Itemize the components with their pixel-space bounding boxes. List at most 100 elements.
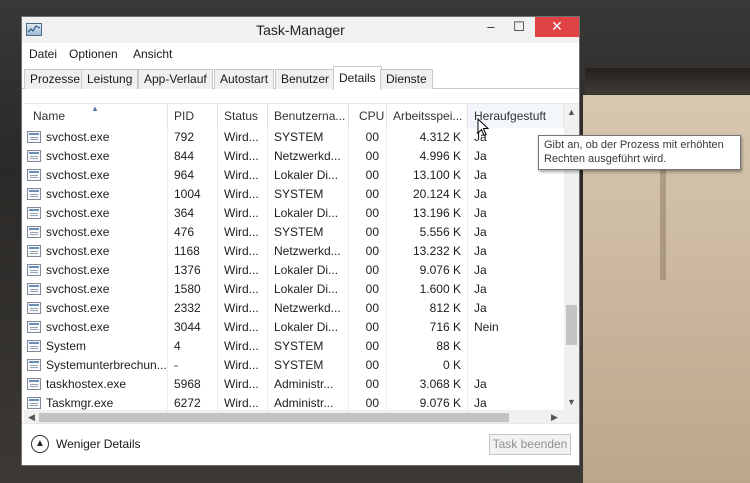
column-header-memory[interactable]: Arbeitsspei... [387, 104, 468, 128]
cell-pid: 476 [174, 225, 195, 239]
cell-cpu: 00 [365, 130, 379, 144]
cell-user: SYSTEM [274, 187, 324, 201]
vertical-scroll-thumb[interactable] [566, 305, 577, 345]
cell-status: Wird... [224, 206, 259, 220]
cell-pid: 1004 [174, 187, 201, 201]
table-row[interactable]: svchost.exe 476 Wird... SYSTEM 00 5.556 K Ja [24, 223, 564, 242]
cell-pid: 6272 [174, 396, 201, 410]
cell-user: Netzwerkd... [274, 244, 341, 258]
cell-status: Wird... [224, 130, 259, 144]
title-bar[interactable]: Task-Manager – ☐ ✕ [22, 17, 579, 43]
horizontal-scroll-thumb[interactable] [39, 413, 509, 422]
cell-cpu: 00 [365, 396, 379, 410]
tab-app-verlauf[interactable]: App-Verlauf [138, 69, 213, 89]
table-row[interactable]: svchost.exe 844 Wird... Netzwerkd... 00 4.996… [24, 147, 564, 166]
cell-user: Lokaler Di... [274, 206, 339, 220]
tab-prozesse[interactable]: Prozesse [24, 69, 87, 89]
process-icon [27, 264, 41, 276]
process-icon [27, 226, 41, 238]
process-icon [27, 302, 41, 314]
cell-user: Lokaler Di... [274, 263, 339, 277]
process-icon [27, 188, 41, 200]
cell-name: svchost.exe [46, 244, 110, 258]
cell-name: svchost.exe [46, 149, 110, 163]
cell-cpu: 00 [365, 282, 379, 296]
column-header-user[interactable]: Benutzerna... [268, 104, 349, 128]
cell-pid: 5968 [174, 377, 201, 391]
cell-cpu: 00 [365, 358, 379, 372]
cell-name: taskhostex.exe [46, 377, 127, 391]
table-row[interactable]: svchost.exe 1580 Wird... Lokaler Di... 00 1.6… [24, 280, 564, 299]
cell-memory: 88 K [436, 339, 461, 353]
cell-name: svchost.exe [46, 282, 110, 296]
cell-name: System [46, 339, 87, 353]
cell-status: Wird... [224, 358, 259, 372]
cell-cpu: 00 [365, 225, 379, 239]
cell-cpu: 00 [365, 149, 379, 163]
tab-dienste[interactable]: Dienste [380, 69, 433, 89]
cell-status: Wird... [224, 149, 259, 163]
column-header-status[interactable]: Status [218, 104, 268, 128]
process-icon [27, 359, 41, 371]
cell-status: Wird... [224, 263, 259, 277]
table-row[interactable]: svchost.exe 1004 Wird... SYSTEM 00 20.124 K Ja [24, 185, 564, 204]
end-task-button[interactable]: Task beenden [489, 434, 571, 455]
minimize-button[interactable]: – [478, 17, 504, 37]
cell-status: Wird... [224, 377, 259, 391]
scroll-down-icon[interactable]: ▼ [564, 394, 579, 410]
table-row[interactable]: svchost.exe 364 Wird... Lokaler Di... 00 13.1… [24, 204, 564, 223]
cell-memory: 13.196 K [412, 206, 461, 220]
tooltip-line-1: Gibt an, ob der Prozess mit erhöhten [544, 139, 724, 151]
table-row[interactable]: svchost.exe 1376 Wird... Lokaler Di... 00 9.0… [24, 261, 564, 280]
cell-memory: 716 K [429, 320, 461, 334]
mouse-cursor-icon [477, 118, 489, 137]
cell-pid: 3044 [174, 320, 201, 334]
cell-memory: 812 K [429, 301, 461, 315]
cell-cpu: 00 [365, 377, 379, 391]
process-icon [27, 131, 41, 143]
cell-status: Wird... [224, 225, 259, 239]
close-button[interactable]: ✕ [535, 17, 579, 37]
table-row[interactable]: svchost.exe 1168 Wird... Netzwerkd... 00 13.2… [24, 242, 564, 261]
cell-status: Wird... [224, 339, 259, 353]
column-header-cpu[interactable]: CPU [349, 104, 387, 128]
cell-memory: 3.068 K [419, 377, 461, 391]
cell-user: Administr... [274, 396, 334, 410]
process-icon [27, 378, 41, 390]
tab-autostart[interactable]: Autostart [214, 69, 275, 89]
process-icon [27, 340, 41, 352]
cell-user: Administr... [274, 377, 334, 391]
scroll-up-icon[interactable]: ▲ [564, 104, 579, 120]
process-icon [27, 283, 41, 295]
cell-name: svchost.exe [46, 187, 110, 201]
tab-details[interactable]: Details [333, 66, 382, 90]
table-row[interactable]: svchost.exe 2332 Wird... Netzwerkd... 00 812 … [24, 299, 564, 318]
cell-memory: 4.996 K [419, 149, 461, 163]
table-row[interactable]: Taskmgr.exe 6272 Wird... Administr... 00 9.07… [24, 394, 564, 410]
tab-benutzer[interactable]: Benutzer [275, 69, 336, 89]
menu-ansicht[interactable]: Ansicht [133, 47, 172, 61]
column-header-name[interactable]: Name [24, 104, 168, 128]
menu-optionen[interactable]: Optionen [69, 47, 118, 61]
cell-memory: 20.124 K [412, 187, 461, 201]
cell-user: SYSTEM [274, 358, 324, 372]
column-header-pid[interactable]: PID [168, 104, 218, 128]
cell-status: Wird... [224, 301, 259, 315]
cell-status: Wird... [224, 282, 259, 296]
tab-leistung[interactable]: Leistung [81, 69, 139, 89]
fewer-details-link[interactable]: Weniger Details [56, 437, 140, 451]
chevron-up-circle-icon[interactable]: ▲ [31, 435, 49, 453]
tooltip-line-2: Rechten ausgeführt wird. [544, 153, 667, 165]
cell-user: SYSTEM [274, 225, 324, 239]
table-row[interactable]: svchost.exe 964 Wird... Lokaler Di... 00 13.1… [24, 166, 564, 185]
cell-pid: 844 [174, 149, 195, 163]
menu-datei[interactable]: Datei [29, 47, 57, 61]
cell-cpu: 00 [365, 263, 379, 277]
table-row[interactable]: Systemunterbrechun... - Wird... SYSTEM 00 0 K [24, 356, 564, 375]
table-row[interactable]: System 4 Wird... SYSTEM 00 88 K [24, 337, 564, 356]
cell-name: Taskmgr.exe [46, 396, 114, 410]
maximize-button[interactable]: ☐ [506, 17, 532, 37]
cell-cpu: 00 [365, 187, 379, 201]
table-row[interactable]: svchost.exe 3044 Wird... Lokaler Di... 00 716… [24, 318, 564, 337]
table-row[interactable]: taskhostex.exe 5968 Wird... Administr... 00 3… [24, 375, 564, 394]
